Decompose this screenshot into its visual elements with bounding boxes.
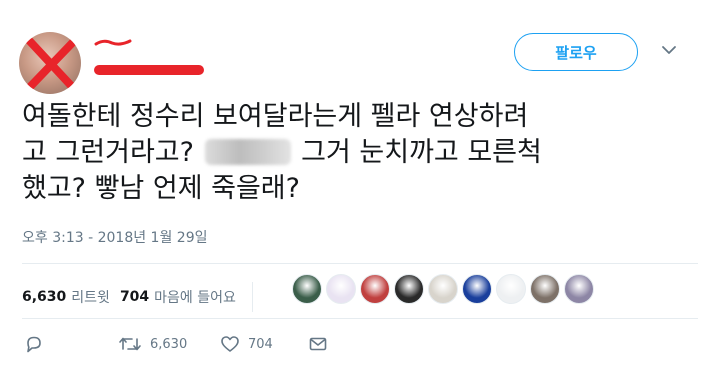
envelope-icon <box>309 337 327 351</box>
divider-bottom <box>22 318 698 319</box>
blurred-redaction <box>204 139 291 165</box>
retweet-action-count: 6,630 <box>150 336 188 352</box>
tweet-line-1: 여돌한테 정수리 보여달라는게 펠라 연상하려 <box>22 101 529 132</box>
username-redaction <box>94 65 204 75</box>
retweet-label[interactable]: 리트윗 <box>71 287 110 307</box>
heart-icon <box>221 336 239 352</box>
stats-separator <box>251 282 253 312</box>
tweet-line-2-start: 고 그런거라고? <box>22 137 203 168</box>
tweet-actions: 6,630 704 <box>22 334 362 358</box>
engagement-stats: 6,630 리트윗 704 마음에 들어요 <box>22 282 253 312</box>
liker-avatar[interactable] <box>530 274 560 304</box>
liker-avatar[interactable] <box>326 274 356 304</box>
chevron-down-icon[interactable] <box>660 43 678 57</box>
like-label[interactable]: 마음에 들어요 <box>154 287 236 307</box>
retweet-icon <box>119 337 141 351</box>
avatar[interactable] <box>19 32 81 94</box>
liker-avatar[interactable] <box>394 274 424 304</box>
like-button[interactable]: 704 <box>220 334 273 354</box>
liker-avatar[interactable] <box>496 274 526 304</box>
tweet-timestamp[interactable]: 오후 3:13 - 2018년 1월 29일 <box>22 227 208 247</box>
liker-avatar[interactable] <box>360 274 390 304</box>
retweet-count[interactable]: 6,630 <box>22 289 66 305</box>
redaction-x-mark <box>21 32 81 94</box>
reply-icon <box>27 336 41 353</box>
tweet-line-2: 고 그런거라고? 그거 눈치까고 모른척 <box>22 135 702 171</box>
display-name-redaction <box>94 39 132 46</box>
tweet-text: 여돌한테 정수리 보여달라는게 펠라 연상하려 고 그런거라고? 그거 눈치까고… <box>22 99 702 207</box>
liker-avatar[interactable] <box>462 274 492 304</box>
retweet-button[interactable]: 6,630 <box>118 334 187 354</box>
reply-button[interactable] <box>24 334 44 354</box>
liker-avatars <box>292 274 598 304</box>
divider-top <box>22 263 698 264</box>
like-count[interactable]: 704 <box>120 289 149 305</box>
liker-avatar[interactable] <box>428 274 458 304</box>
tweet-line-3: 했고? 빻남 언제 죽을래? <box>22 173 300 204</box>
direct-message-button[interactable] <box>308 334 328 354</box>
like-action-count: 704 <box>248 336 273 352</box>
liker-avatar[interactable] <box>564 274 594 304</box>
follow-button[interactable]: 팔로우 <box>514 33 638 71</box>
tweet-line-2-end: 그거 눈치까고 모른척 <box>292 137 542 168</box>
liker-avatar[interactable] <box>292 274 322 304</box>
